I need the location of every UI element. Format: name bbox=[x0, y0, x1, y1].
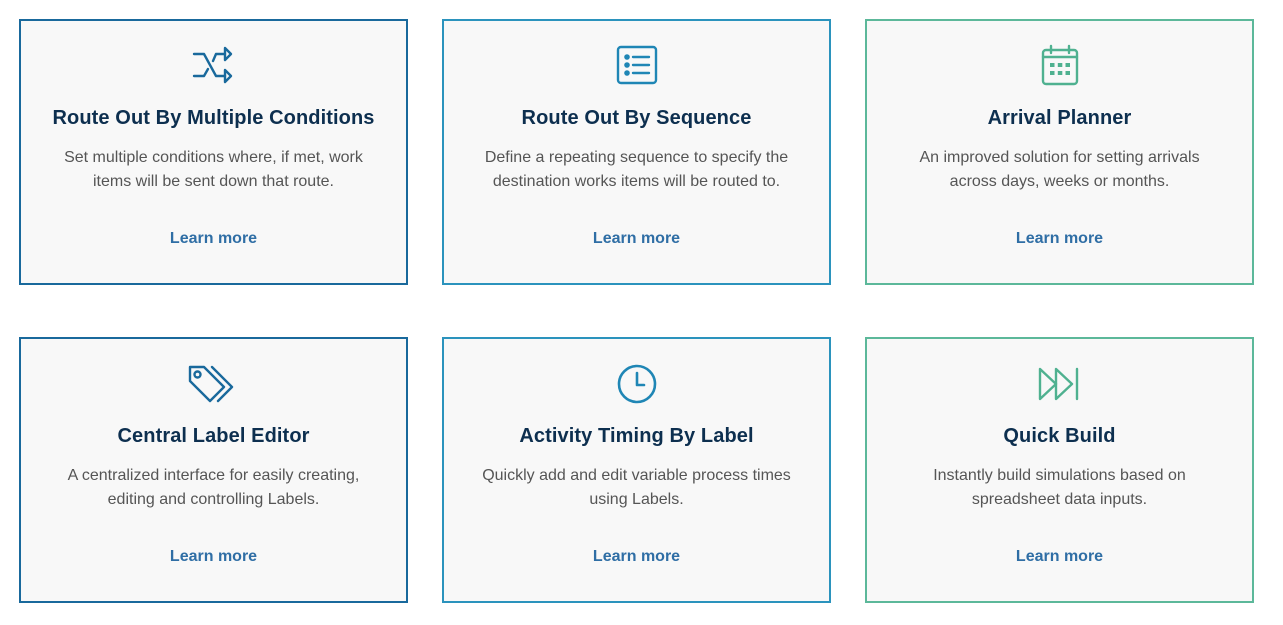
card-title: Activity Timing By Label bbox=[519, 425, 754, 447]
card-description: Instantly build simulations based on spr… bbox=[933, 467, 1186, 508]
card-title: Arrival Planner bbox=[987, 107, 1132, 129]
fast-forward-icon bbox=[1037, 361, 1083, 407]
card-title: Route Out By Sequence bbox=[521, 107, 752, 129]
learn-more-link[interactable]: Learn more bbox=[21, 230, 406, 248]
card-description: An improved solution for setting arrival… bbox=[919, 149, 1200, 190]
card-description: Define a repeating sequence to specify t… bbox=[484, 149, 789, 190]
feature-card-quick-build: Quick Build Instantly build simulations … bbox=[865, 337, 1254, 603]
shuffle-icon bbox=[191, 43, 237, 89]
feature-card-route-out-multiple-conditions: Route Out By Multiple Conditions Set mul… bbox=[19, 19, 408, 285]
card-title: Route Out By Multiple Conditions bbox=[52, 107, 375, 129]
card-title: Central Label Editor bbox=[117, 425, 310, 447]
learn-more-link[interactable]: Learn more bbox=[867, 548, 1252, 566]
clock-icon bbox=[614, 361, 660, 407]
learn-more-link[interactable]: Learn more bbox=[444, 230, 829, 248]
card-description: Quickly add and edit variable process ti… bbox=[482, 467, 791, 508]
calendar-icon bbox=[1037, 43, 1083, 89]
feature-card-central-label-editor: Central Label Editor A centralized inter… bbox=[19, 337, 408, 603]
card-title: Quick Build bbox=[1003, 425, 1116, 447]
tags-icon bbox=[186, 361, 242, 407]
feature-card-route-out-sequence: Route Out By Sequence Define a repeating… bbox=[442, 19, 831, 285]
card-description: Set multiple conditions where, if met, w… bbox=[64, 149, 363, 190]
learn-more-link[interactable]: Learn more bbox=[444, 548, 829, 566]
list-icon bbox=[614, 43, 660, 89]
feature-card-arrival-planner: Arrival Planner An improved solution for… bbox=[865, 19, 1254, 285]
learn-more-link[interactable]: Learn more bbox=[21, 548, 406, 566]
learn-more-link[interactable]: Learn more bbox=[867, 230, 1252, 248]
feature-card-activity-timing-by-label: Activity Timing By Label Quickly add and… bbox=[442, 337, 831, 603]
card-description: A centralized interface for easily creat… bbox=[67, 467, 360, 508]
